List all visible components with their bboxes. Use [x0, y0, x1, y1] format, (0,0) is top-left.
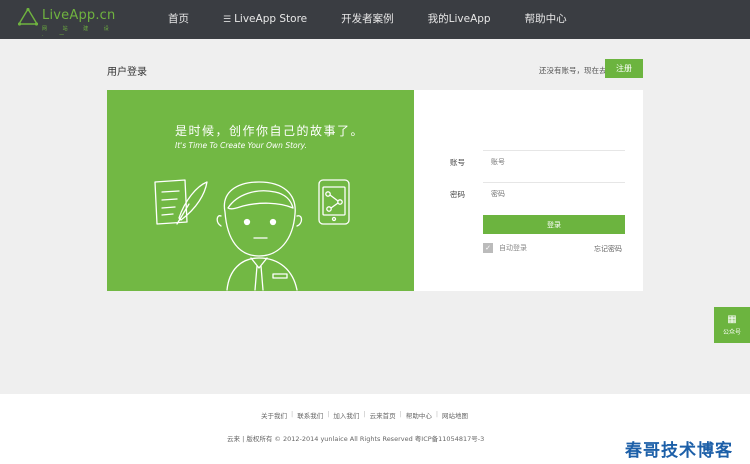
character-illustration	[216, 181, 303, 291]
login-form: 账号 密码 登录 ✓ 自动登录 忘记密码	[414, 90, 643, 291]
remember-checkbox[interactable]: ✓	[483, 243, 493, 253]
account-input[interactable]	[483, 150, 625, 172]
logo-text: LiveApp.cn	[42, 8, 116, 23]
hero-banner: 是时候，创作你自己的故事了。 It's Time To Create Your …	[107, 90, 414, 291]
footer-separator: |	[363, 410, 366, 418]
nav-cases[interactable]: 开发者案例	[341, 0, 394, 39]
footer-link-about[interactable]: 关于我们	[261, 410, 287, 420]
qr-code-icon: ▦	[727, 314, 737, 325]
footer-link-help[interactable]: 帮助中心	[406, 410, 432, 420]
login-card: 是时候，创作你自己的故事了。 It's Time To Create Your …	[107, 90, 643, 291]
footer-separator: |	[435, 410, 439, 418]
top-navbar: LiveApp.cn 网 站 建 设 · 一 首页 ☰ LiveApp Store…	[0, 0, 750, 39]
list-icon: ☰	[223, 15, 232, 25]
nav-home-label: 首页	[168, 13, 189, 25]
wechat-label: 公众号	[722, 329, 741, 336]
login-button[interactable]: 登录	[483, 215, 625, 234]
password-label: 密码	[450, 190, 465, 199]
footer-link-join[interactable]: 加入我们	[333, 410, 359, 420]
remember-label: 自动登录	[499, 244, 527, 252]
document-quill-icon	[154, 179, 208, 225]
nav-store[interactable]: ☰ LiveApp Store	[223, 0, 307, 39]
watermark: 春哥技术博客	[608, 438, 750, 464]
register-button[interactable]: 注册	[605, 59, 643, 78]
nav-my-liveapp[interactable]: 我的LiveApp	[428, 0, 491, 39]
nav-cases-label: 开发者案例	[341, 13, 394, 25]
nav-store-label: LiveApp Store	[234, 13, 308, 25]
footer-links: 关于我们 | 联系我们 | 加入我们 | 云来首页 | 帮助中心 | 网站地图	[261, 410, 468, 420]
main-nav: 首页 ☰ LiveApp Store 开发者案例 我的LiveApp 帮助中心	[168, 0, 601, 39]
nav-home[interactable]: 首页	[168, 0, 189, 39]
remember-me[interactable]: ✓ 自动登录	[483, 243, 527, 253]
page-title: 用户登录	[107, 67, 147, 78]
logo[interactable]: LiveApp.cn 网 站 建 设 · 一	[18, 6, 128, 39]
register-prompt: 还没有账号，现在去	[539, 66, 607, 75]
logo-triangle-icon	[18, 8, 38, 26]
password-input[interactable]	[483, 182, 625, 204]
nav-help-label: 帮助中心	[524, 13, 567, 25]
nav-my-liveapp-label: 我的LiveApp	[427, 13, 491, 25]
footer-separator: |	[291, 410, 294, 418]
forgot-password-link[interactable]: 忘记密码	[594, 244, 622, 254]
footer-link-sitemap[interactable]: 网站地图	[442, 410, 468, 420]
footer-separator: |	[399, 410, 402, 418]
account-label: 账号	[450, 158, 465, 167]
nav-help[interactable]: 帮助中心	[525, 0, 567, 39]
logo-subtext: 网 站 建 设 · 一	[42, 26, 116, 39]
wechat-float-button[interactable]: ▦ 公众号	[714, 307, 750, 343]
tablet-icon	[318, 179, 350, 225]
copyright-text: 云来 | 版权所有 © 2012-2014 yunlaice All Right…	[227, 435, 485, 443]
footer-separator: |	[327, 410, 330, 418]
footer-link-home[interactable]: 云来首页	[370, 410, 396, 420]
hero-illustration	[154, 179, 350, 291]
footer-link-contact[interactable]: 联系我们	[297, 410, 323, 420]
